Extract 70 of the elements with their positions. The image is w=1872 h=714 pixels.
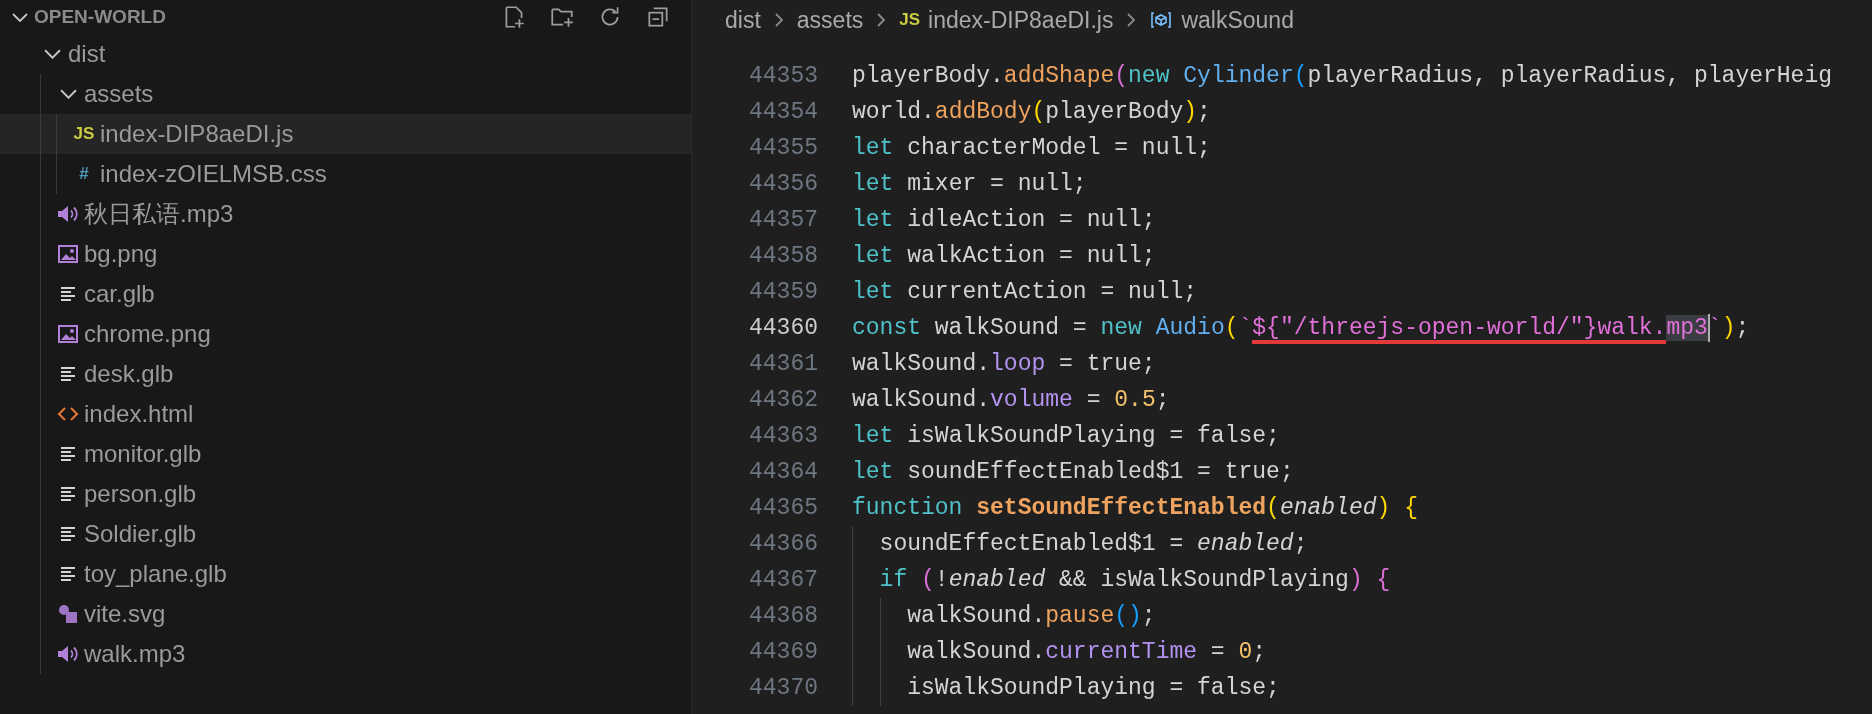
line-number: 44355 <box>748 135 818 161</box>
code-line: isWalkSoundPlaying = false; <box>906 675 1280 701</box>
code-line: walkSound.loop = true; <box>852 351 1156 377</box>
code-line: let soundEffectEnabled$1 = true; <box>852 459 1294 485</box>
code-line: function setSoundEffectEnabled(enabled) { <box>852 495 1418 521</box>
chevron-down-icon[interactable] <box>43 49 61 59</box>
code-line: playerBody.addShape(new Cylinder(playerRadius, playerRadius, playerHeig <box>852 63 1832 89</box>
image-icon <box>56 242 80 266</box>
file-item[interactable]: chrome.png <box>0 314 691 354</box>
collapse-all-icon[interactable] <box>645 4 671 30</box>
line-number: 44362 <box>748 387 818 413</box>
line-number: 44364 <box>748 459 818 485</box>
image-icon <box>56 322 80 346</box>
line-number: 44353 <box>748 63 818 89</box>
code-line: walkSound.pause(); <box>906 603 1156 629</box>
file-item[interactable]: Soldier.glb <box>0 514 691 554</box>
line-number: 44354 <box>748 99 818 125</box>
file-item[interactable]: toy_plane.glb <box>0 554 691 594</box>
chevron-right-icon <box>1127 13 1136 27</box>
file-item[interactable]: monitor.glb <box>0 434 691 474</box>
line-number: 44369 <box>748 639 818 665</box>
line-number: 44357 <box>748 207 818 233</box>
breadcrumb-item[interactable]: dist <box>725 6 761 34</box>
hash-icon: # <box>79 162 89 186</box>
explorer-title: OPEN-WORLD <box>34 6 167 28</box>
file-item[interactable]: index.html <box>0 394 691 434</box>
line-number: 44361 <box>748 351 818 377</box>
code-line: let currentAction = null; <box>852 279 1198 305</box>
code-line: walkSound.currentTime = 0; <box>906 639 1267 665</box>
js-file-icon: JS <box>899 10 921 30</box>
shapes-icon <box>56 602 80 626</box>
file-item[interactable]: bg.png <box>0 234 691 274</box>
code-line: let idleAction = null; <box>852 207 1156 233</box>
file-item[interactable]: walk.mp3 <box>0 634 691 674</box>
folder-item[interactable]: dist <box>0 34 691 74</box>
file-item[interactable]: vite.svg <box>0 594 691 634</box>
code-line: let characterModel = null; <box>852 135 1211 161</box>
line-number: 44367 <box>748 567 818 593</box>
breadcrumb-item[interactable]: walkSound <box>1149 6 1294 34</box>
chevron-down-icon[interactable] <box>59 89 77 99</box>
line-number: 44363 <box>748 423 818 449</box>
chevron-down-icon[interactable] <box>12 12 28 22</box>
file-item[interactable]: 秋日私语.mp3 <box>0 194 691 234</box>
code-line: world.addBody(playerBody); <box>852 99 1211 125</box>
code-line: soundEffectEnabled$1 = enabled; <box>878 531 1308 557</box>
file-item[interactable]: JS index-DIP8aeDI.js <box>0 114 691 154</box>
code-line: if (!enabled && isWalkSoundPlaying) { <box>878 567 1391 593</box>
line-number: 44368 <box>748 603 818 629</box>
line-number: 44358 <box>748 243 818 269</box>
line-number: 44360 <box>748 315 818 341</box>
code-line: let walkAction = null; <box>852 243 1156 269</box>
code-line: const walkSound = new Audio(`${"/threejs-open-world/"}walk.mp3`); <box>852 315 1750 341</box>
file-item[interactable]: person.glb <box>0 474 691 514</box>
file-item[interactable]: # index-zOIELMSB.css <box>0 154 691 194</box>
line-number: 44356 <box>748 171 818 197</box>
file-item[interactable]: desk.glb <box>0 354 691 394</box>
chevron-right-icon <box>877 13 886 27</box>
code-line: let isWalkSoundPlaying = false; <box>852 423 1280 449</box>
breadcrumb-item[interactable]: assets <box>796 6 864 34</box>
js-file-icon: JS <box>73 122 95 146</box>
chevron-right-icon <box>774 13 783 27</box>
line-number: 44366 <box>748 531 818 557</box>
line-number: 44370 <box>748 675 818 701</box>
breadcrumb-item[interactable]: JS index-DIP8aeDI.js <box>899 6 1114 34</box>
code-line: let mixer = null; <box>852 171 1087 197</box>
line-number: 44365 <box>748 495 818 521</box>
folder-item[interactable]: assets <box>0 74 691 114</box>
code-line: walkSound.volume = 0.5; <box>852 387 1170 413</box>
file-item[interactable]: car.glb <box>0 274 691 314</box>
line-number: 44359 <box>748 279 818 305</box>
